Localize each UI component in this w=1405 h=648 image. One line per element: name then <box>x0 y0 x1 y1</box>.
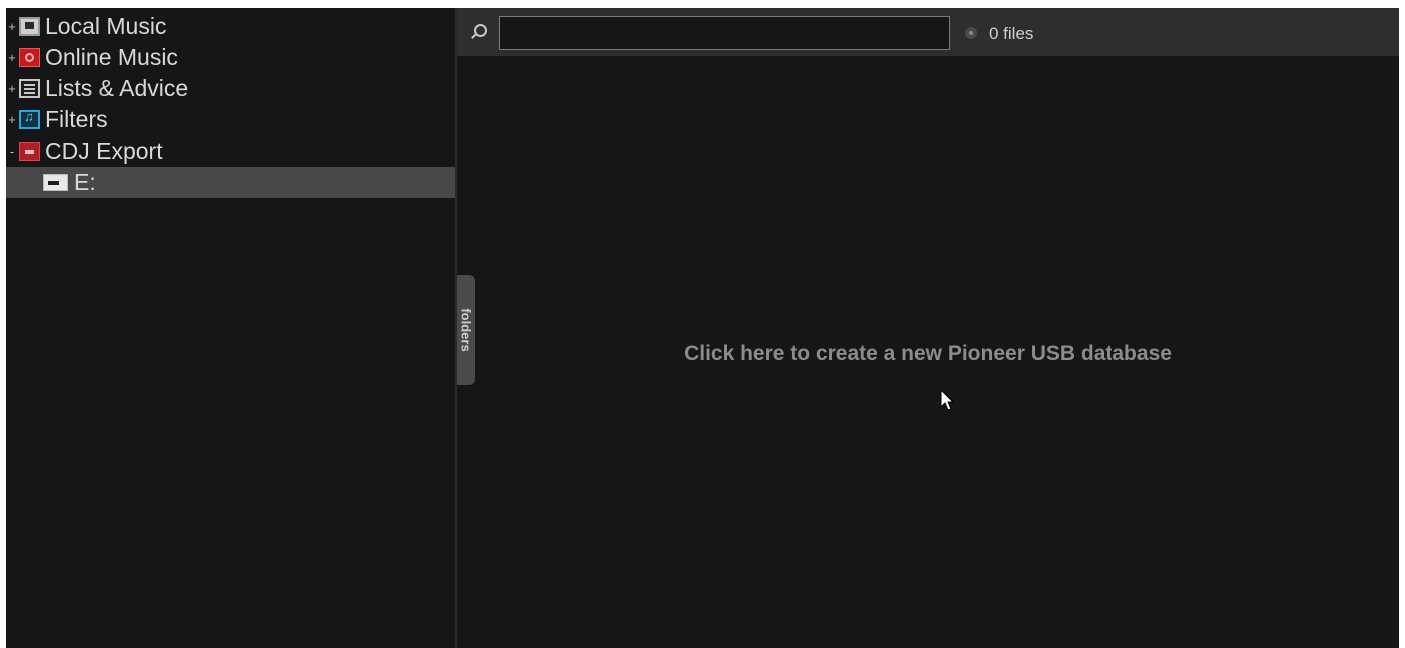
sidebar-item-local-music[interactable]: + Local Music <box>6 11 455 42</box>
collapse-toggle[interactable]: - <box>8 144 16 159</box>
search-input[interactable] <box>499 16 950 50</box>
expand-toggle[interactable]: + <box>8 81 16 96</box>
file-count: 0 files <box>989 24 1034 43</box>
online-music-icon <box>19 48 40 67</box>
filter-icon <box>19 109 40 129</box>
sidebar-item-lists-advice[interactable]: + Lists & Advice <box>6 73 455 104</box>
search-icon[interactable] <box>468 22 488 42</box>
main-panel: 0 files Click here to create a new Pione… <box>457 8 1399 648</box>
sidebar-tree: + Local Music + Online Music + Lists & A… <box>6 8 455 648</box>
create-usb-database-link[interactable]: Click here to create a new Pioneer USB d… <box>457 342 1399 366</box>
sidebar-item-label: E: <box>74 169 96 195</box>
sidebar-item-label: CDJ Export <box>45 138 163 164</box>
expand-toggle[interactable]: + <box>8 112 16 127</box>
sidebar-item-cdj-export[interactable]: - CDJ Export <box>6 136 455 167</box>
sidebar-item-label: Filters <box>45 106 108 132</box>
sidebar-item-label: Lists & Advice <box>45 75 189 101</box>
search-toolbar: 0 files <box>457 8 1399 56</box>
expand-toggle[interactable]: + <box>8 19 16 34</box>
sidebar-item-filters[interactable]: + Filters <box>6 104 455 135</box>
sidebar-item-usb-drive-e[interactable]: E: <box>6 167 455 198</box>
expand-toggle[interactable]: + <box>8 50 16 65</box>
app-window: + Local Music + Online Music + Lists & A… <box>6 8 1399 648</box>
list-icon <box>19 79 40 98</box>
computer-icon <box>19 17 40 36</box>
usb-drive-icon <box>43 174 68 191</box>
sidebar-item-label: Local Music <box>45 13 167 39</box>
mouse-cursor-icon <box>940 389 955 411</box>
folders-tab[interactable]: folders <box>457 275 475 385</box>
cdj-export-icon <box>19 142 40 161</box>
status-indicator-icon <box>965 27 977 39</box>
folders-tab-label: folders <box>458 308 474 352</box>
sidebar-item-label: Online Music <box>45 44 178 70</box>
sidebar-item-online-music[interactable]: + Online Music <box>6 42 455 73</box>
